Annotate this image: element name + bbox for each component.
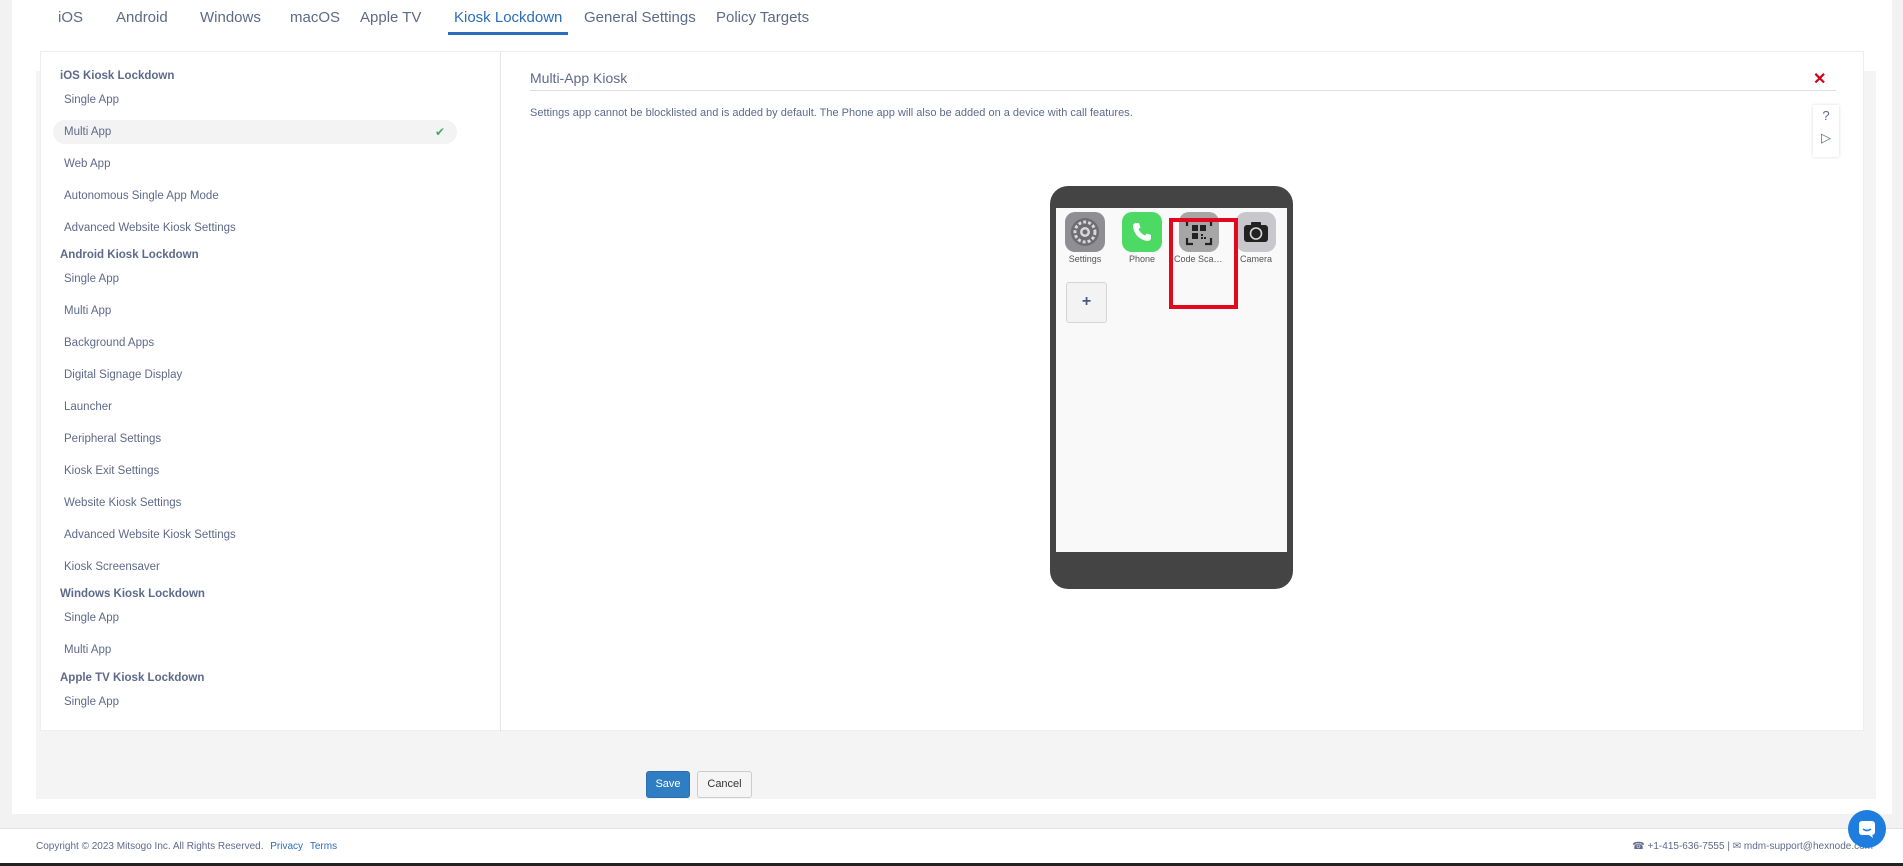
sidebar-item-android-peripheral-settings[interactable]: Peripheral Settings bbox=[53, 427, 457, 451]
sidebar-item-ios-single-app[interactable]: Single App bbox=[53, 88, 457, 112]
sidebar-item-appletv-single-app[interactable]: Single App bbox=[53, 690, 457, 714]
sidebar-item-android-kiosk-exit[interactable]: Kiosk Exit Settings bbox=[53, 459, 457, 483]
tab-ios[interactable]: iOS bbox=[52, 9, 89, 35]
sidebar-item-android-website-kiosk[interactable]: Website Kiosk Settings bbox=[53, 491, 457, 515]
cancel-button[interactable]: Cancel bbox=[697, 771, 752, 798]
kiosk-content: Multi-App Kiosk ✕ Settings app cannot be… bbox=[530, 52, 1860, 732]
sidebar-item-ios-multi-app[interactable]: Multi App ✔ bbox=[53, 120, 457, 144]
sidebar-item-android-single-app[interactable]: Single App bbox=[53, 267, 457, 291]
sidebar-item-android-multi-app[interactable]: Multi App bbox=[53, 299, 457, 323]
page-title: Multi-App Kiosk bbox=[530, 70, 1836, 91]
sidebar-section-apple-tv: Apple TV Kiosk Lockdown bbox=[60, 672, 205, 684]
footer-separator: | bbox=[1727, 841, 1730, 852]
help-icon[interactable]: ? bbox=[1813, 105, 1839, 127]
phone-app-icon bbox=[1122, 212, 1162, 252]
sidebar-item-windows-single-app[interactable]: Single App bbox=[53, 606, 457, 630]
phone-preview: Settings Phone Code Scanner bbox=[1050, 186, 1293, 589]
sidebar-item-label: Multi App bbox=[64, 126, 112, 138]
sidebar-section-ios: iOS Kiosk Lockdown bbox=[60, 70, 175, 82]
add-app-button[interactable]: + bbox=[1066, 282, 1107, 323]
sidebar-item-windows-multi-app[interactable]: Multi App bbox=[53, 638, 457, 662]
page-footer: Copyright © 2023 Mitsogo Inc. All Rights… bbox=[0, 828, 1903, 866]
tab-windows[interactable]: Windows bbox=[194, 9, 267, 35]
sidebar-item-android-launcher[interactable]: Launcher bbox=[53, 395, 457, 419]
play-icon[interactable]: ▷ bbox=[1813, 127, 1839, 149]
chat-icon bbox=[1859, 821, 1875, 838]
tab-policy-targets[interactable]: Policy Targets bbox=[710, 9, 815, 35]
privacy-link[interactable]: Privacy bbox=[270, 841, 303, 852]
sidebar-item-android-background-apps[interactable]: Background Apps bbox=[53, 331, 457, 355]
highlight-box bbox=[1169, 218, 1238, 309]
sidebar-section-android: Android Kiosk Lockdown bbox=[60, 249, 199, 261]
sidebar-item-ios-autonomous-single-app[interactable]: Autonomous Single App Mode bbox=[53, 184, 457, 208]
sidebar-item-ios-web-app[interactable]: Web App bbox=[53, 152, 457, 176]
app-label: Camera bbox=[1239, 254, 1272, 264]
camera-app-icon bbox=[1236, 212, 1276, 252]
phone-number: +1-415-636-7555 bbox=[1647, 841, 1725, 852]
copyright-text: Copyright © 2023 Mitsogo Inc. All Rights… bbox=[36, 841, 264, 852]
tab-apple-tv[interactable]: Apple TV bbox=[354, 9, 427, 35]
help-toolbar: ? ▷ bbox=[1813, 105, 1839, 157]
sidebar-item-ios-advanced-website-kiosk[interactable]: Advanced Website Kiosk Settings bbox=[53, 216, 457, 240]
close-icon[interactable]: ✕ bbox=[1813, 69, 1826, 89]
tab-android[interactable]: Android bbox=[110, 9, 174, 35]
app-label: Phone bbox=[1128, 254, 1156, 264]
platform-tabs: iOS Android Windows macOS Apple TV Kiosk… bbox=[12, 0, 1892, 36]
save-button[interactable]: Save bbox=[646, 771, 690, 798]
telephone-icon: ☎ bbox=[1632, 841, 1645, 852]
settings-app-icon bbox=[1065, 212, 1105, 252]
sidebar-item-android-digital-signage[interactable]: Digital Signage Display bbox=[53, 363, 457, 387]
tab-macos[interactable]: macOS bbox=[284, 9, 346, 35]
sidebar-section-windows: Windows Kiosk Lockdown bbox=[60, 588, 205, 600]
tab-kiosk-lockdown[interactable]: Kiosk Lockdown bbox=[448, 9, 569, 35]
app-camera[interactable]: Camera bbox=[1231, 212, 1281, 264]
terms-link[interactable]: Terms bbox=[310, 841, 337, 852]
sidebar-item-android-kiosk-screensaver[interactable]: Kiosk Screensaver bbox=[53, 555, 457, 579]
phone-screen: Settings Phone Code Scanner bbox=[1056, 208, 1287, 552]
app-settings[interactable]: Settings bbox=[1060, 212, 1110, 264]
app-phone[interactable]: Phone bbox=[1117, 212, 1167, 264]
kiosk-description: Settings app cannot be blocklisted and i… bbox=[530, 107, 1133, 119]
kiosk-panel: iOS Kiosk Lockdown Single App Multi App … bbox=[40, 51, 1864, 732]
tab-general-settings[interactable]: General Settings bbox=[578, 9, 702, 35]
sidebar-item-android-advanced-website-kiosk[interactable]: Advanced Website Kiosk Settings bbox=[53, 523, 457, 547]
chat-button[interactable] bbox=[1848, 810, 1886, 848]
kiosk-sidebar: iOS Kiosk Lockdown Single App Multi App … bbox=[41, 52, 501, 732]
footer-copyright: Copyright © 2023 Mitsogo Inc. All Rights… bbox=[36, 841, 337, 852]
checkmark-icon: ✔ bbox=[434, 125, 445, 139]
app-label: Settings bbox=[1068, 254, 1102, 264]
mail-icon: ✉ bbox=[1732, 841, 1742, 852]
footer-contact: ☎ +1-415-636-7555 | ✉ mdm-support@hexnod… bbox=[1632, 841, 1873, 852]
